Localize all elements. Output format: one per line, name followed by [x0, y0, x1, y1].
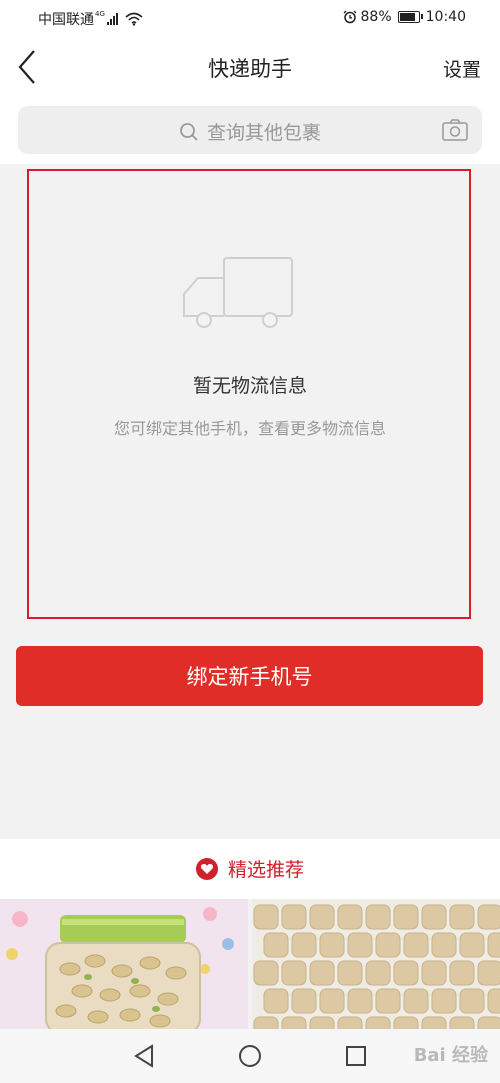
battery-percent: 88%: [360, 9, 392, 25]
heart-icon: [195, 858, 218, 880]
recommend-header: 精选推荐: [0, 839, 500, 899]
product-card-pistachio[interactable]: [0, 899, 248, 1029]
status-left: 中国联通 4G: [38, 9, 143, 29]
search-content: 查询其他包裹: [18, 118, 482, 145]
camera-icon[interactable]: [442, 119, 468, 141]
carrier-label: 中国联通: [38, 12, 94, 28]
page-title: 快递助手: [208, 57, 292, 81]
clock: 10:40: [425, 9, 466, 25]
search-placeholder: 查询其他包裹: [207, 122, 322, 144]
status-bar: 中国联通 4G 88% 10:40: [0, 0, 500, 34]
signal-icon: [106, 13, 119, 25]
empty-state-title: 暂无物流信息: [192, 375, 307, 397]
watermark: Bai 经验: [413, 1045, 488, 1066]
network-type: 4G: [95, 10, 105, 18]
circle-home-icon[interactable]: [238, 1044, 262, 1068]
paper-rolls-image: [252, 899, 500, 1029]
pistachio-jar-image: [0, 899, 248, 1029]
status-right: 88% 10:40: [343, 9, 466, 25]
product-card-paper-rolls[interactable]: [252, 899, 500, 1029]
search-input[interactable]: 查询其他包裹: [18, 106, 482, 154]
app-header: 快递助手 设置: [0, 34, 500, 100]
empty-state-subtitle: 您可绑定其他手机，查看更多物流信息: [113, 419, 386, 438]
bind-phone-button[interactable]: 绑定新手机号: [16, 646, 483, 706]
settings-button[interactable]: 设置: [443, 55, 481, 82]
recommend-title-row: 精选推荐: [0, 855, 500, 882]
search-icon: [180, 123, 198, 141]
search-area: 查询其他包裹: [0, 100, 500, 164]
truck-icon: [183, 257, 293, 328]
alarm-icon: [343, 10, 356, 24]
wifi-icon: [125, 12, 143, 26]
system-nav-bar: Bai 经验: [0, 1029, 500, 1083]
recommend-title: 精选推荐: [227, 859, 304, 881]
triangle-back-icon[interactable]: [133, 1044, 155, 1068]
square-recent-icon[interactable]: [345, 1045, 367, 1067]
battery-icon: [397, 11, 423, 23]
